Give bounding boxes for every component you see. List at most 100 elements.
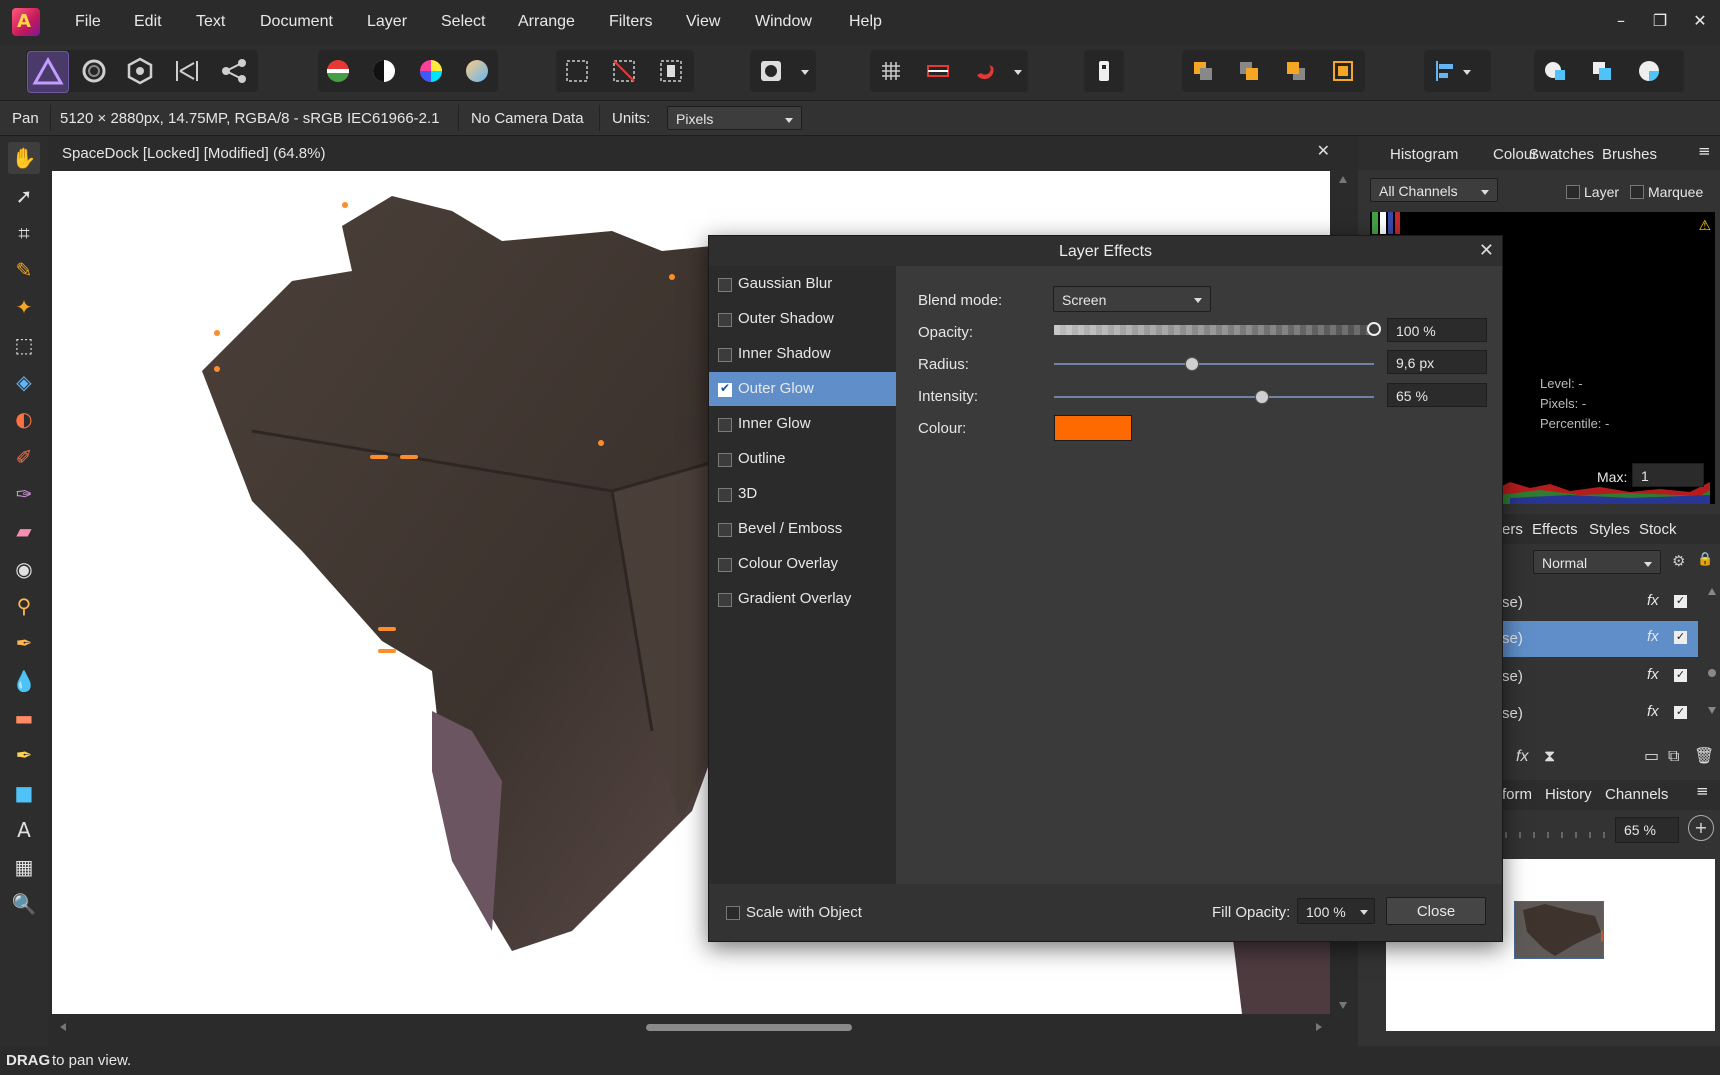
add-icon-geometry[interactable] (1537, 53, 1573, 89)
menu-help[interactable]: Help (849, 13, 882, 31)
radius-slider-knob[interactable] (1184, 357, 1199, 371)
paint-brush-icon[interactable]: ✐ (8, 441, 40, 473)
close-button[interactable]: Close (1386, 897, 1486, 925)
zoom-input[interactable]: 65 % (1615, 817, 1679, 843)
intensity-input[interactable]: 65 % (1387, 383, 1487, 407)
layer-row-selected[interactable]: se) fx ✓ (1502, 621, 1698, 657)
pen-tool-icon[interactable]: ✒ (8, 739, 40, 771)
visibility-checkbox[interactable]: ✓ (1674, 669, 1687, 682)
effect-checkbox[interactable] (718, 453, 732, 467)
dialog-titlebar[interactable]: Layer Effects ✕ (709, 236, 1502, 266)
photo-persona-icon[interactable] (27, 51, 69, 93)
menu-filters[interactable]: Filters (609, 13, 653, 31)
healing-brush-icon[interactable]: ✒ (8, 627, 40, 659)
effect-colour-overlay[interactable]: Colour Overlay (709, 547, 896, 581)
colour-swatch[interactable] (1054, 415, 1132, 441)
effect-gradient-overlay[interactable]: Gradient Overlay (709, 582, 896, 616)
trash-icon[interactable]: 🗑 (1694, 746, 1714, 765)
tab-effects[interactable]: Effects (1532, 521, 1578, 538)
menu-text[interactable]: Text (196, 13, 225, 31)
fx-add-icon[interactable]: fx (1516, 748, 1528, 766)
effect-inner-glow[interactable]: Inner Glow (709, 407, 896, 441)
export-persona-icon[interactable] (214, 51, 254, 91)
zoom-slider[interactable] (1502, 828, 1610, 842)
effect-checkbox[interactable] (718, 278, 732, 292)
tab-histogram[interactable]: Histogram (1390, 146, 1458, 163)
clone-brush-icon[interactable]: ⚲ (8, 590, 40, 622)
magic-wand-icon[interactable]: ✦ (8, 291, 40, 323)
effect-outer-glow[interactable]: ✔ Outer Glow (709, 372, 896, 406)
fx-icon[interactable]: fx (1647, 628, 1659, 645)
patch-tool-icon[interactable]: ▬ (8, 702, 40, 734)
fill-opacity-select[interactable]: 100 % (1297, 898, 1375, 924)
levels-icon[interactable] (320, 53, 356, 89)
move-to-front-icon[interactable] (1325, 53, 1361, 89)
layers-scrollbar[interactable] (1706, 585, 1718, 733)
move-forward-one-icon[interactable] (1278, 53, 1314, 89)
dodge-brush-icon[interactable]: ◉ (8, 553, 40, 585)
select-all-icon[interactable] (559, 53, 595, 89)
force-pixel-alignment-icon[interactable] (920, 53, 956, 89)
selection-brush-icon[interactable]: ✎ (8, 254, 40, 286)
liquify-persona-icon[interactable] (74, 51, 114, 91)
menu-window[interactable]: Window (755, 13, 812, 31)
effect-checkbox-checked[interactable]: ✔ (718, 381, 732, 397)
effect-3d[interactable]: 3D (709, 477, 896, 511)
gradient-tool-icon[interactable]: ◐ (8, 403, 40, 435)
invert-selection-icon[interactable] (653, 53, 689, 89)
snapping-grid-icon[interactable] (873, 53, 909, 89)
menu-document[interactable]: Document (260, 13, 333, 31)
scale-with-object-checkbox[interactable] (726, 906, 740, 920)
marquee-tool-icon[interactable]: ⬚ (8, 329, 40, 361)
fx-icon[interactable]: fx (1647, 592, 1659, 609)
effect-outline[interactable]: Outline (709, 442, 896, 476)
radius-slider[interactable] (1054, 357, 1374, 371)
effect-checkbox[interactable] (718, 593, 732, 607)
black-and-white-icon[interactable] (366, 53, 402, 89)
visibility-checkbox[interactable]: ✓ (1674, 595, 1687, 608)
tab-swatches[interactable]: Swatches (1529, 146, 1594, 163)
crop-tool-icon[interactable]: ⌗ (8, 217, 40, 249)
move-back-one-icon[interactable] (1231, 53, 1267, 89)
color-replacement-brush-icon[interactable]: ✑ (8, 478, 40, 510)
quick-mask-dropdown-icon[interactable] (801, 70, 809, 75)
erase-brush-icon[interactable]: ▰ (8, 515, 40, 547)
effect-checkbox[interactable] (718, 558, 732, 572)
tab-brushes[interactable]: Brushes (1602, 146, 1657, 163)
effect-outer-shadow[interactable]: Outer Shadow (709, 302, 896, 336)
units-select[interactable]: Pixels (667, 106, 802, 130)
document-tab[interactable]: SpaceDock [Locked] [Modified] (64.8%) ✕ (50, 136, 1338, 170)
deselect-icon[interactable] (606, 53, 642, 89)
zoom-in-icon[interactable]: + (1688, 815, 1714, 841)
opacity-input[interactable]: 100 % (1387, 318, 1487, 342)
channel-select[interactable]: All Channels (1370, 178, 1498, 202)
assistant-icon[interactable] (1086, 53, 1122, 89)
menu-layer[interactable]: Layer (367, 13, 407, 31)
tab-styles[interactable]: Styles (1589, 521, 1630, 538)
effect-checkbox[interactable] (718, 488, 732, 502)
fx-icon[interactable]: fx (1647, 703, 1659, 720)
snapping-dropdown-icon[interactable] (1014, 70, 1022, 75)
effect-checkbox[interactable] (718, 418, 732, 432)
effect-checkbox[interactable] (718, 348, 732, 362)
pan-tool-icon[interactable]: ✋ (8, 142, 40, 174)
restore-button[interactable]: ❐ (1643, 9, 1677, 33)
flood-fill-icon[interactable]: ◈ (8, 366, 40, 398)
panel-menu-icon[interactable]: ≡ (1696, 782, 1709, 800)
effect-bevel-emboss[interactable]: Bevel / Emboss (709, 512, 896, 546)
tab-stock[interactable]: Stock (1639, 521, 1677, 538)
move-tool-icon[interactable]: ➚ (8, 180, 40, 212)
intensity-slider-knob[interactable] (1255, 390, 1269, 404)
document-close-icon[interactable]: ✕ (1317, 141, 1330, 160)
zoom-tool-icon[interactable]: 🔍 (8, 888, 40, 920)
develop-persona-icon[interactable] (120, 51, 160, 91)
radius-input[interactable]: 9,6 px (1387, 350, 1487, 374)
align-dropdown-icon[interactable] (1463, 70, 1471, 75)
intersect-geometry-icon[interactable] (1631, 53, 1667, 89)
opacity-slider[interactable] (1054, 322, 1381, 336)
tone-mapping-persona-icon[interactable] (167, 51, 207, 91)
new-layer-icon[interactable]: ⧉ (1668, 746, 1679, 766)
navigator-viewport[interactable] (1514, 901, 1615, 959)
snapping-magnet-icon[interactable] (967, 53, 1003, 89)
window-close-button[interactable]: ✕ (1683, 9, 1717, 33)
